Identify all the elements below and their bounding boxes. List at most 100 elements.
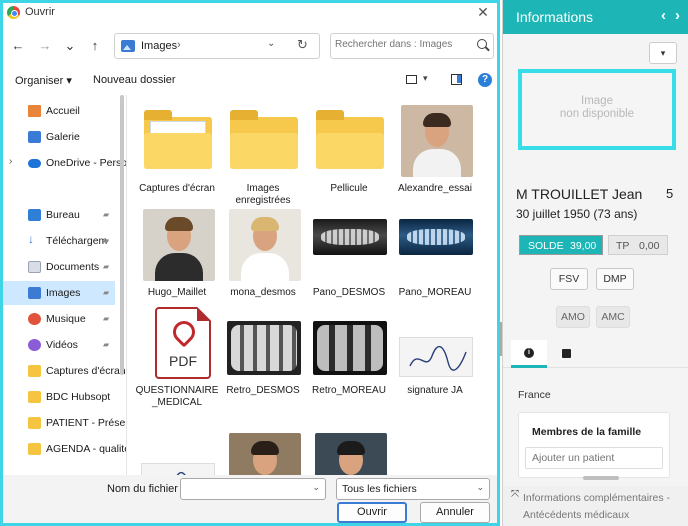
patient-name: M TROUILLET Jean [516, 186, 643, 202]
panel-tabs: i [503, 340, 688, 368]
sidebar-item-label: Musique [46, 313, 86, 325]
file-name: QUESTIONNAIRE _MEDICAL [135, 385, 219, 408]
sidebar-item-label: OneDrive - Perso [46, 157, 127, 169]
breadcrumb-separator-icon[interactable]: › [177, 39, 181, 51]
pin-icon: ▰ [103, 340, 110, 349]
expand-chevron-icon[interactable]: › [9, 156, 12, 167]
sidebar-item[interactable]: Accueil [3, 99, 115, 123]
panel-options-dropdown[interactable]: ▾ [649, 42, 677, 64]
no-photo-line2: non disponible [559, 108, 635, 120]
help-icon[interactable]: ? [478, 73, 492, 87]
sidebar-item[interactable]: Galerie [3, 125, 115, 149]
sidebar-item[interactable]: Vidéos ▰ [3, 333, 115, 357]
file-item[interactable]: signature JA [393, 307, 477, 417]
folder-item[interactable]: Images enregistrées [221, 105, 305, 215]
previous-chevron-icon[interactable]: ‹ [661, 7, 666, 24]
forward-arrow-icon[interactable]: → [36, 37, 54, 55]
file-item[interactable]: Retro_MOREAU [307, 307, 391, 417]
up-arrow-icon[interactable]: ↑ [86, 37, 104, 55]
refresh-icon[interactable]: ↻ [297, 37, 308, 53]
filename-input[interactable]: ⌄ [180, 478, 326, 500]
search-input[interactable] [335, 39, 471, 50]
sidebar-item[interactable]: › OneDrive - Perso [3, 151, 126, 175]
file-name: Retro_MOREAU [312, 385, 386, 396]
tab-information[interactable]: i [511, 340, 547, 368]
file-item[interactable]: Pano_DESMOS [307, 209, 391, 319]
signature-thumbnail [141, 433, 215, 475]
file-item[interactable]: mona_desmos [221, 209, 305, 319]
xray-thumbnail [313, 307, 387, 379]
recent-locations-chevron-icon[interactable]: ⌄ [61, 37, 79, 55]
dmp-button[interactable]: DMP [596, 268, 634, 290]
open-button[interactable]: Ouvrir [337, 502, 407, 523]
panel-horizontal-scrollbar[interactable] [583, 476, 619, 480]
organize-menu[interactable]: Organiser ▾ [15, 74, 72, 87]
file-item[interactable]: Retro_DESMOS [221, 307, 305, 417]
file-name: Alexandre_essai [398, 183, 472, 194]
address-bar[interactable]: Images › ⌄ ↻ [114, 33, 320, 59]
amc-button[interactable]: AMC [596, 306, 630, 328]
pin-icon: ▰ [103, 314, 110, 323]
next-chevron-icon[interactable]: › [675, 7, 680, 24]
xray-thumbnail [399, 209, 473, 281]
folder-icon [28, 365, 41, 377]
sidebar-item-label: Téléchargem [46, 235, 108, 247]
sidebar-item[interactable]: Musique ▰ [3, 307, 115, 331]
file-item[interactable]: Alexandre_essai [393, 105, 477, 215]
add-patient-input[interactable] [525, 447, 663, 469]
sidebar-item[interactable]: Images ▰ [3, 281, 115, 305]
file-item[interactable] [135, 433, 219, 475]
tp-badge[interactable]: TP 0,00 [608, 235, 668, 255]
close-icon[interactable]: ✕ [475, 4, 491, 21]
sidebar-item[interactable]: AGENDA - qualité [3, 437, 126, 461]
pdf-label: PDF [169, 353, 197, 369]
search-icon[interactable] [477, 39, 487, 49]
patient-photo-placeholder[interactable]: Image non disponible [518, 69, 676, 150]
folder-item[interactable]: Captures d'écran [135, 105, 219, 215]
search-box[interactable] [330, 33, 494, 59]
expand-icon[interactable]: ⤧ [511, 489, 519, 500]
balance-badge[interactable]: SOLDE 39,00 [519, 235, 603, 255]
cancel-button[interactable]: Annuler [420, 502, 490, 523]
file-list: Captures d'écran Images enregistrées Pelli… [131, 99, 497, 475]
xray-thumbnail [227, 307, 301, 379]
file-item[interactable]: PDF QUESTIONNAIRE _MEDICAL [135, 307, 219, 417]
photo-thumbnail [399, 105, 473, 177]
gallery-icon [28, 131, 41, 143]
preview-pane-icon[interactable] [451, 74, 462, 85]
filename-dropdown-icon[interactable]: ⌄ [312, 482, 320, 493]
fsv-button[interactable]: FSV [550, 268, 588, 290]
file-type-select[interactable]: Tous les fichiers ⌄ [336, 478, 490, 500]
sidebar-item[interactable]: Documents ▰ [3, 255, 115, 279]
file-item[interactable] [307, 433, 391, 475]
new-folder-button[interactable]: Nouveau dossier [93, 74, 176, 86]
navigation-pane-scrollbar[interactable] [120, 95, 124, 375]
additional-info-section[interactable]: ⤧ Informations complémentaires - Antécéd… [503, 486, 688, 526]
patient-birthdate: 30 juillet 1950 (73 ans) [516, 207, 638, 221]
amo-button[interactable]: AMO [556, 306, 590, 328]
view-mode-dropdown-icon[interactable]: ▾ [423, 73, 428, 84]
sidebar-item[interactable]: BDC Hubsopt [3, 385, 115, 409]
file-item[interactable] [221, 433, 305, 475]
folder-item[interactable]: Pellicule [307, 105, 391, 215]
file-name: mona_desmos [230, 287, 296, 298]
breadcrumb-images[interactable]: Images [141, 40, 177, 52]
back-arrow-icon[interactable]: ← [9, 37, 27, 55]
file-name: Pellicule [330, 183, 368, 194]
sidebar-item[interactable]: Bureau ▰ [3, 203, 115, 227]
photo-thumbnail [227, 209, 301, 281]
photo-thumbnail [313, 433, 387, 475]
file-item[interactable]: Hugo_Maillet [135, 209, 219, 319]
view-mode-icon[interactable] [406, 75, 417, 84]
sidebar-item[interactable]: Captures d'écran [3, 359, 126, 383]
tp-value: 0,00 [639, 240, 660, 252]
sidebar-item-label: Galerie [46, 131, 80, 143]
tab-calendar[interactable] [553, 340, 589, 368]
sidebar-item[interactable]: PATIENT - Présentation [3, 411, 126, 435]
sidebar-item-label: Documents [46, 261, 100, 273]
file-type-dropdown-icon[interactable]: ⌄ [476, 482, 484, 493]
dialog-footer: Nom du fichier : ⌄ Tous les fichiers ⌄ O… [3, 475, 497, 523]
sidebar-item[interactable]: ↓ Téléchargem ▰ [3, 229, 115, 253]
address-dropdown-icon[interactable]: ⌄ [267, 38, 275, 49]
file-item[interactable]: Pano_MOREAU [393, 209, 477, 319]
